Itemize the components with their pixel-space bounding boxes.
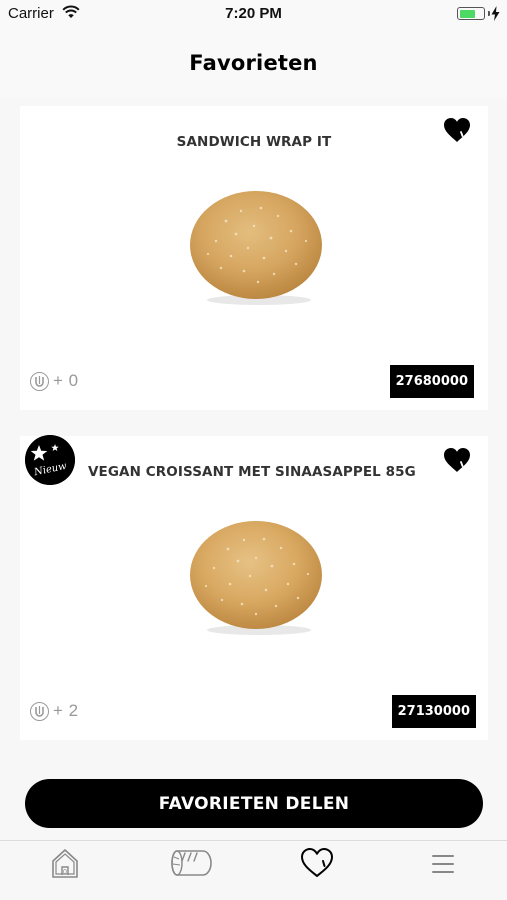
menu-icon	[432, 855, 454, 873]
tab-products[interactable]	[128, 841, 254, 900]
heart-icon[interactable]	[442, 116, 472, 144]
points-info: + 2	[30, 701, 79, 721]
product-image	[190, 191, 322, 305]
tab-favorites[interactable]	[254, 841, 380, 900]
article-code-badge: 27680000	[389, 365, 474, 398]
points-value: + 0	[53, 371, 79, 390]
coin-icon	[30, 701, 49, 721]
heart-outline-icon	[301, 848, 333, 877]
clock: 7:20 PM	[225, 5, 282, 22]
coin-icon	[30, 371, 49, 391]
bread-icon	[171, 850, 212, 876]
tab-home[interactable]: 0	[2, 841, 128, 900]
page-title: Favorieten	[189, 51, 318, 75]
svg-text:0: 0	[63, 869, 67, 876]
charging-icon	[491, 6, 500, 21]
article-code-badge: 27130000	[391, 695, 476, 728]
battery-icon	[457, 7, 485, 20]
battery-tip	[488, 11, 490, 16]
home-icon: 0	[52, 849, 78, 878]
tab-menu[interactable]	[380, 841, 506, 900]
product-name: SANDWICH WRAP IT	[176, 134, 332, 150]
product-image	[190, 521, 322, 635]
product-name: VEGAN CROISSANT MET SINAASAPPEL 85G	[88, 464, 416, 480]
status-bar: Carrier 7:20 PM	[0, 0, 507, 28]
heart-icon[interactable]	[442, 446, 472, 474]
tab-bar: 0	[0, 840, 507, 900]
product-card[interactable]: SANDWICH WRAP IT + 0 27680000	[20, 106, 488, 410]
product-card[interactable]: Nieuw VEGAN CROISSANT MET SINAASAPPEL 85…	[20, 435, 488, 740]
new-badge-icon: Nieuw	[25, 435, 75, 485]
points-info: + 0	[30, 371, 79, 391]
points-value: + 2	[53, 701, 79, 720]
share-favorites-button[interactable]: FAVORIETEN DELEN	[25, 779, 483, 828]
nav-header: Favorieten	[0, 28, 507, 98]
